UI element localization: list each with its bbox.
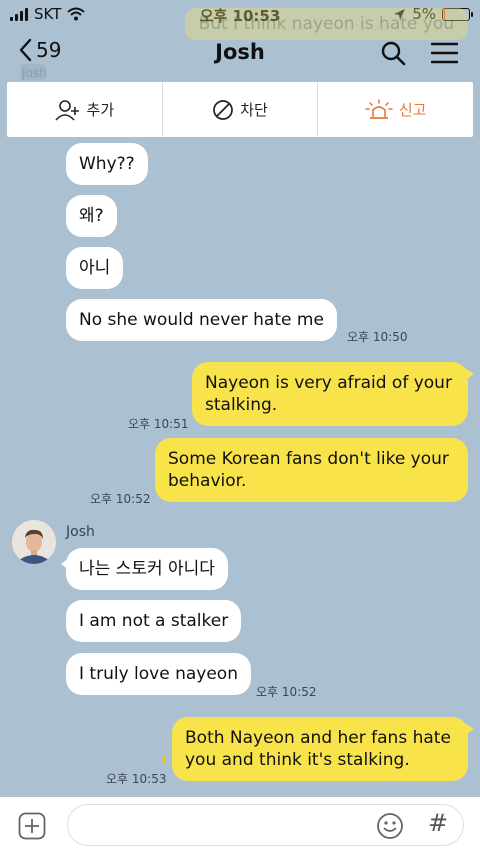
block-button[interactable]: 차단 xyxy=(161,82,318,137)
menu-icon[interactable] xyxy=(431,40,458,66)
message-input-bar: # xyxy=(0,797,480,854)
incoming-message: 아니 xyxy=(66,247,124,289)
incoming-message: 나는 스토커 아니다 xyxy=(61,548,228,590)
message-line: you and think it's stalking. xyxy=(185,750,410,770)
emoticon-icon[interactable] xyxy=(376,812,404,840)
chat-title: Josh xyxy=(215,40,265,64)
outgoing-message: Both Nayeon and her fans hate you and th… xyxy=(172,717,474,781)
add-person-icon xyxy=(54,99,79,121)
add-friend-label: 추가 xyxy=(86,101,115,119)
message-timestamp: 오후 10:50 xyxy=(347,330,408,344)
hashtag-search-button[interactable]: # xyxy=(428,809,448,837)
chat-header: 59 Josh xyxy=(0,30,480,78)
outgoing-message: Nayeon is very afraid of your stalking. xyxy=(192,362,474,426)
unread-count: 1 xyxy=(160,754,168,767)
message-line: behavior. xyxy=(168,471,247,491)
message-line: Nayeon is very afraid of your xyxy=(205,373,452,393)
incoming-message: No she would never hate me xyxy=(66,299,337,341)
search-icon[interactable] xyxy=(380,40,406,66)
block-icon xyxy=(213,99,234,120)
report-label: 신고 xyxy=(398,101,427,119)
sender-name: Josh xyxy=(66,524,95,540)
incoming-message: Why?? xyxy=(66,143,148,185)
block-label: 차단 xyxy=(240,101,268,119)
message-timestamp: 오후 10:53 xyxy=(106,772,167,786)
outgoing-message: Some Korean fans don't like your behavio… xyxy=(155,438,468,502)
profile-photo xyxy=(12,520,56,564)
friend-action-bar: 추가 차단 신고 xyxy=(7,82,473,137)
avatar[interactable] xyxy=(12,520,56,564)
message-timestamp: 오후 10:51 xyxy=(128,417,189,431)
report-button[interactable]: 신고 xyxy=(317,82,473,137)
incoming-message: 왜? xyxy=(66,195,117,237)
siren-icon xyxy=(365,98,393,119)
message-timestamp: 오후 10:52 xyxy=(256,685,317,699)
message-line: Some Korean fans don't like your xyxy=(168,449,449,469)
plus-icon[interactable] xyxy=(18,812,46,840)
message-line: Both Nayeon and her fans hate xyxy=(185,728,451,748)
message-input[interactable] xyxy=(67,804,464,846)
message-line: stalking. xyxy=(205,395,278,415)
incoming-message: I truly love nayeon xyxy=(66,653,251,695)
add-friend-button[interactable]: 추가 xyxy=(7,82,162,137)
incoming-message: I am not a stalker xyxy=(66,600,242,642)
message-timestamp: 오후 10:52 xyxy=(90,492,151,506)
